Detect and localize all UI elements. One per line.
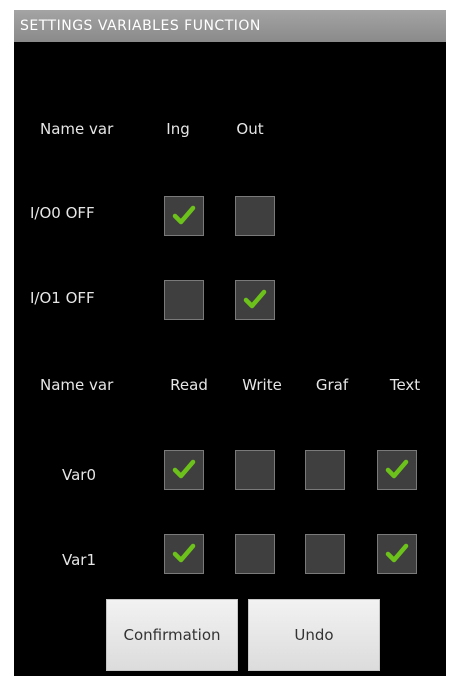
checkbox-var0-graf[interactable]	[305, 450, 345, 490]
settings-screen: SETTINGS VARIABLES FUNCTION Name var Ing…	[14, 10, 446, 676]
row-label-io1: I/O1 OFF	[30, 289, 95, 307]
checkbox-io0-out[interactable]	[235, 196, 275, 236]
check-icon	[172, 205, 196, 225]
check-icon	[172, 543, 196, 563]
row-label-var1: Var1	[62, 551, 96, 569]
checkbox-var0-read[interactable]	[164, 450, 204, 490]
header-read: Read	[170, 376, 208, 394]
undo-button[interactable]: Undo	[248, 599, 380, 671]
checkbox-var1-text[interactable]	[377, 534, 417, 574]
header-out: Out	[236, 120, 264, 138]
confirmation-button[interactable]: Confirmation	[106, 599, 238, 671]
checkbox-var1-read[interactable]	[164, 534, 204, 574]
checkbox-io1-out[interactable]	[235, 280, 275, 320]
header-ing: Ing	[166, 120, 190, 138]
header-name-var: Name var	[40, 120, 114, 138]
checkbox-var0-text[interactable]	[377, 450, 417, 490]
checkbox-var0-write[interactable]	[235, 450, 275, 490]
row-label-io0: I/O0 OFF	[30, 204, 95, 222]
check-icon	[172, 459, 196, 479]
checkbox-var1-write[interactable]	[235, 534, 275, 574]
header-graf: Graf	[315, 376, 349, 394]
header-text: Text	[389, 376, 421, 394]
header-name-var-2: Name var	[40, 376, 114, 394]
check-icon	[385, 543, 409, 563]
header-write: Write	[242, 376, 282, 394]
check-icon	[243, 289, 267, 309]
checkbox-io1-ing[interactable]	[164, 280, 204, 320]
row-label-var0: Var0	[62, 466, 96, 484]
check-icon	[385, 459, 409, 479]
checkbox-io0-ing[interactable]	[164, 196, 204, 236]
title-bar: SETTINGS VARIABLES FUNCTION	[14, 10, 446, 42]
checkbox-var1-graf[interactable]	[305, 534, 345, 574]
